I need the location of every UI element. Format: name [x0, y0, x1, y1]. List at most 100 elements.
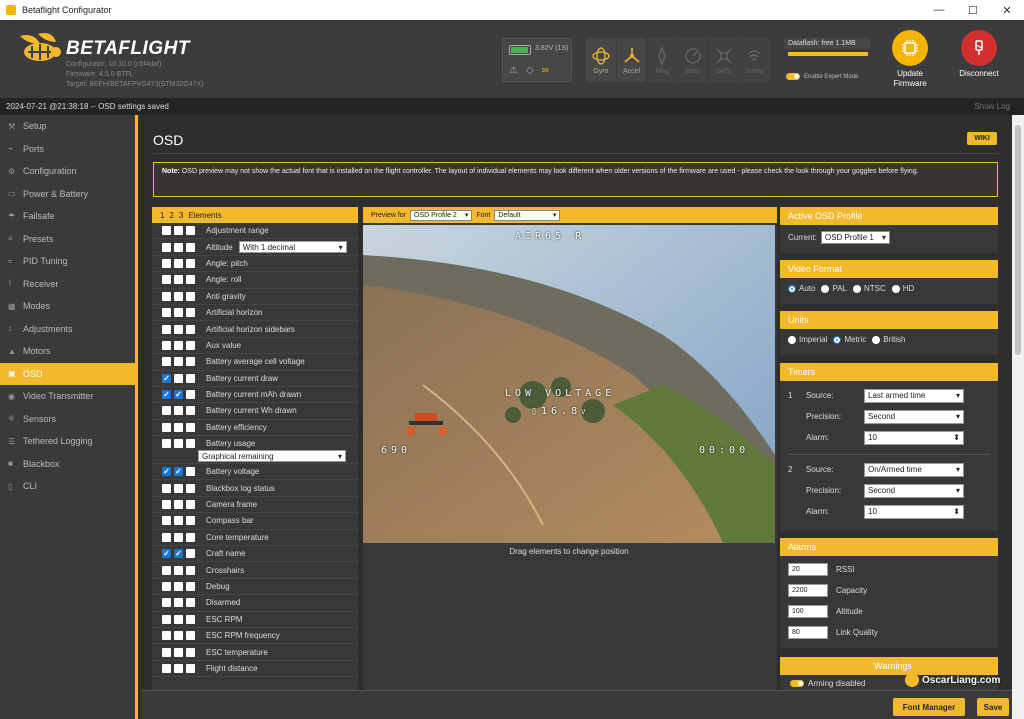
profile-2-checkbox[interactable]: ✓: [174, 549, 183, 559]
sidebar-item-receiver[interactable]: ⌇ Receiver: [0, 273, 135, 296]
sidebar-item-power-battery[interactable]: ▭ Power & Battery: [0, 183, 135, 206]
timer-source-select[interactable]: On/Armed time ▾: [864, 462, 964, 477]
profile-3-checkbox[interactable]: [186, 226, 195, 236]
update-firmware-button[interactable]: Update Firmware: [882, 30, 938, 94]
profile-1-checkbox[interactable]: [162, 357, 171, 367]
profile-3-checkbox[interactable]: [186, 439, 195, 449]
profile-3-checkbox[interactable]: [186, 483, 195, 493]
profile-2-checkbox[interactable]: [174, 647, 183, 657]
profile-1-checkbox[interactable]: ✓: [162, 373, 171, 383]
arming-disabled-toggle[interactable]: [790, 680, 804, 687]
sidebar-item-configuration[interactable]: ⚙ Configuration: [0, 160, 135, 183]
profile-2-checkbox[interactable]: [174, 500, 183, 510]
profile-1-checkbox[interactable]: [162, 582, 171, 591]
sidebar-item-video-transmitter[interactable]: ◉ Video Transmitter: [0, 385, 135, 408]
alarm-capacity-input[interactable]: 2200: [788, 584, 828, 597]
profile-3-checkbox[interactable]: [186, 406, 195, 416]
profile-1-checkbox[interactable]: ✓: [162, 390, 171, 400]
radio-circle[interactable]: [833, 335, 842, 344]
show-log-link[interactable]: Show Log: [974, 102, 1010, 111]
sidebar-item-adjustments[interactable]: ↕ Adjustments: [0, 318, 135, 341]
profile-1-checkbox[interactable]: [162, 439, 171, 449]
toggle-switch[interactable]: [786, 73, 800, 80]
profile-3-checkbox[interactable]: [186, 516, 195, 526]
active-profile-select[interactable]: OSD Profile 1 ▾: [820, 231, 890, 244]
element-variant-select[interactable]: With 1 decimal ▾: [238, 241, 347, 254]
sidebar-item-cli[interactable]: ▯ CLI: [0, 475, 135, 498]
profile-1-checkbox[interactable]: [162, 226, 171, 236]
profile-1-checkbox[interactable]: [162, 324, 171, 334]
profile-1-checkbox[interactable]: [162, 340, 171, 350]
profile-3-checkbox[interactable]: [186, 340, 195, 350]
units-imperial-radio[interactable]: Imperial: [788, 335, 827, 344]
alarm-altitude-input[interactable]: 100: [788, 605, 828, 618]
profile-1-checkbox[interactable]: [162, 565, 171, 575]
page-scrollbar[interactable]: [1012, 115, 1024, 719]
profile-3-checkbox[interactable]: [186, 390, 195, 400]
profile-3-checkbox[interactable]: [186, 582, 195, 591]
profile-3-checkbox[interactable]: [186, 242, 195, 252]
osd-timer[interactable]: 00:00: [699, 445, 749, 456]
scrollbar-thumb[interactable]: [1015, 125, 1021, 355]
osd-battery-voltage[interactable]: ▯16.8V: [531, 406, 589, 417]
sidebar-item-setup[interactable]: ⚒ Setup: [0, 115, 135, 138]
profile-2-checkbox[interactable]: [174, 631, 183, 641]
profile-3-checkbox[interactable]: [186, 291, 195, 301]
profile-3-checkbox[interactable]: [186, 647, 195, 657]
profile-3-checkbox[interactable]: [186, 631, 195, 641]
disconnect-button[interactable]: Disconnect: [951, 30, 1007, 94]
units-british-radio[interactable]: British: [872, 335, 905, 344]
profile-1-checkbox[interactable]: [162, 291, 171, 301]
profile-1-checkbox[interactable]: [162, 275, 171, 285]
radio-circle[interactable]: [853, 284, 861, 293]
profile-3-checkbox[interactable]: [186, 275, 195, 285]
profile-2-checkbox[interactable]: [174, 258, 183, 268]
timer-alarm-input[interactable]: 10 ⬍: [864, 430, 964, 445]
units-metric-radio[interactable]: Metric: [833, 335, 866, 344]
save-button[interactable]: Save: [977, 698, 1009, 716]
profile-1-checkbox[interactable]: [162, 647, 171, 657]
close-window-button[interactable]: ✕: [990, 0, 1024, 20]
timer-precision-select[interactable]: Second ▾: [864, 483, 964, 498]
profile-2-checkbox[interactable]: [174, 275, 183, 285]
radio-circle[interactable]: [788, 284, 796, 293]
profile-2-checkbox[interactable]: [174, 340, 183, 350]
profile-1-checkbox[interactable]: [162, 242, 171, 252]
profile-1-checkbox[interactable]: [162, 631, 171, 641]
wiki-button[interactable]: WIKI: [967, 132, 997, 145]
profile-1-checkbox[interactable]: [162, 516, 171, 526]
profile-1-checkbox[interactable]: [162, 422, 171, 432]
profile-1-checkbox[interactable]: [162, 483, 171, 493]
profile-3-checkbox[interactable]: [186, 258, 195, 268]
profile-2-checkbox[interactable]: [174, 598, 183, 608]
profile-1-checkbox[interactable]: [162, 500, 171, 510]
profile-3-checkbox[interactable]: [186, 532, 195, 542]
sidebar-item-modes[interactable]: ▦ Modes: [0, 295, 135, 318]
profile-2-checkbox[interactable]: [174, 308, 183, 318]
profile-1-checkbox[interactable]: [162, 598, 171, 608]
sidebar-item-sensors[interactable]: ❈ Sensors: [0, 408, 135, 431]
profile-2-checkbox[interactable]: [174, 439, 183, 449]
sidebar-item-pid-tuning[interactable]: ≈ PID Tuning: [0, 250, 135, 273]
profile-3-checkbox[interactable]: [186, 500, 195, 510]
radio-circle[interactable]: [872, 335, 881, 344]
profile-3-checkbox[interactable]: [186, 308, 195, 318]
sidebar-item-motors[interactable]: ▲ Motors: [0, 340, 135, 363]
profile-2-checkbox[interactable]: [174, 532, 183, 542]
sidebar-item-osd[interactable]: ▣ OSD: [0, 362, 135, 385]
profile-2-checkbox[interactable]: [174, 422, 183, 432]
osd-craft-name[interactable]: AIR65 R: [515, 231, 585, 242]
profile-2-checkbox[interactable]: [174, 614, 183, 624]
video-format-pal-radio[interactable]: PAL: [821, 284, 847, 293]
radio-circle[interactable]: [788, 335, 796, 344]
preview-profile-select[interactable]: OSD Profile 2 ▾: [410, 209, 473, 221]
profile-2-checkbox[interactable]: ✓: [174, 467, 183, 477]
sidebar-item-ports[interactable]: ⌁ Ports: [0, 138, 135, 161]
profile-3-checkbox[interactable]: [186, 598, 195, 608]
profile-1-checkbox[interactable]: ✓: [162, 549, 171, 559]
profile-3-checkbox[interactable]: [186, 663, 195, 673]
radio-circle[interactable]: [821, 284, 830, 293]
profile-2-checkbox[interactable]: [174, 373, 183, 383]
osd-mah-drawn[interactable]: 690: [381, 445, 411, 456]
profile-2-checkbox[interactable]: [174, 582, 183, 591]
